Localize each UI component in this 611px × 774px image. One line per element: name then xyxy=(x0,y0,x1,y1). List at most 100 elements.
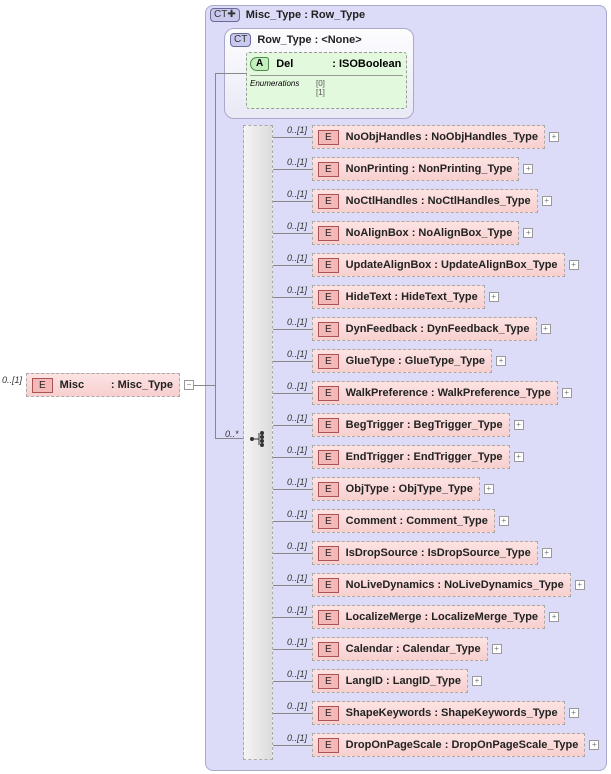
element-cardinality: 0..[1] xyxy=(287,477,308,487)
connector xyxy=(273,297,313,298)
expand-icon[interactable]: + xyxy=(549,612,560,622)
element-type: : NonPrinting_Type xyxy=(411,163,513,175)
element-cardinality: 0..[1] xyxy=(287,445,308,455)
element-nonprinting[interactable]: E NonPrinting : NonPrinting_Type + xyxy=(312,157,534,181)
expand-icon[interactable]: + xyxy=(549,132,560,142)
element-droponpagescale[interactable]: E DropOnPageScale : DropOnPageScale_Type… xyxy=(312,733,600,757)
element-cardinality: 0..[1] xyxy=(287,573,308,583)
element-icon: E xyxy=(318,161,339,177)
element-cardinality: 0..[1] xyxy=(287,701,308,711)
element-calendar[interactable]: E Calendar : Calendar_Type + xyxy=(312,637,502,661)
expand-icon[interactable]: + xyxy=(472,676,482,686)
connector xyxy=(273,713,313,714)
element-hidetext[interactable]: E HideText : HideText_Type + xyxy=(312,285,499,309)
expand-icon[interactable]: + xyxy=(496,356,507,366)
connector xyxy=(273,457,313,458)
element-cardinality: 0..[1] xyxy=(287,189,308,199)
element-noctlhandles[interactable]: E NoCtlHandles : NoCtlHandles_Type + xyxy=(312,189,552,213)
element-name: EndTrigger xyxy=(345,451,404,463)
expand-icon[interactable]: + xyxy=(561,388,572,398)
element-type: : EndTrigger_Type xyxy=(406,451,503,463)
element-updatealignbox[interactable]: E UpdateAlignBox : UpdateAlignBox_Type + xyxy=(312,253,579,277)
connector xyxy=(273,745,313,746)
element-type: : NoCtlHandles_Type xyxy=(420,195,531,207)
element-name: NonPrinting xyxy=(345,163,409,175)
element-isdropsource[interactable]: E IsDropSource : IsDropSource_Type + xyxy=(312,541,552,565)
element-cardinality: 0..[1] xyxy=(287,541,308,551)
element-endtrigger[interactable]: E EndTrigger : EndTrigger_Type + xyxy=(312,445,524,469)
expand-icon[interactable]: + xyxy=(488,292,499,302)
collapse-toggle-icon[interactable]: − xyxy=(184,380,194,390)
element-type: : GlueType_Type xyxy=(398,355,486,367)
element-icon: E xyxy=(318,737,339,753)
element-name: DropOnPageScale xyxy=(345,739,442,751)
expand-icon[interactable]: + xyxy=(523,228,534,238)
connector xyxy=(273,585,313,586)
expand-icon[interactable]: + xyxy=(574,580,585,590)
element-cardinality: 0..[1] xyxy=(287,221,308,231)
element-icon: E xyxy=(318,481,339,497)
complex-type-title: Misc_Type : Row_Type xyxy=(245,9,366,21)
enumerations-label: Enumerations xyxy=(250,79,300,88)
expand-icon[interactable]: + xyxy=(523,164,534,174)
root-element-misc[interactable]: E Misc : Misc_Type − xyxy=(26,373,194,397)
expand-icon[interactable]: + xyxy=(540,324,551,334)
expand-icon[interactable]: + xyxy=(513,420,524,430)
element-icon: E xyxy=(318,577,339,593)
element-noalignbox[interactable]: E NoAlignBox : NoAlignBox_Type + xyxy=(312,221,534,245)
expand-icon[interactable]: + xyxy=(498,516,509,526)
element-name: NoLiveDynamics xyxy=(345,579,435,591)
element-shapekeywords[interactable]: E ShapeKeywords : ShapeKeywords_Type + xyxy=(312,701,579,725)
element-type: : LocalizeMerge_Type xyxy=(424,611,539,623)
element-icon: E xyxy=(318,705,339,721)
expand-icon[interactable]: + xyxy=(568,260,579,270)
element-cardinality: 0..[1] xyxy=(287,349,308,359)
element-cardinality: 0..[1] xyxy=(287,669,308,679)
attribute-name: Del xyxy=(276,58,294,70)
expand-icon[interactable]: + xyxy=(541,196,552,206)
expand-icon[interactable]: + xyxy=(589,740,600,750)
connector xyxy=(273,489,313,490)
element-name: NoAlignBox xyxy=(345,227,409,239)
attribute-del[interactable]: A Del : ISOBoolean Enumerations [0] [1] xyxy=(246,52,407,109)
expand-icon[interactable]: + xyxy=(483,484,494,494)
expand-icon[interactable]: + xyxy=(513,452,524,462)
element-comment[interactable]: E Comment : Comment_Type + xyxy=(312,509,509,533)
element-icon: E xyxy=(318,417,339,433)
element-name: GlueType xyxy=(345,355,395,367)
element-langid[interactable]: E LangID : LangID_Type + xyxy=(312,669,482,693)
element-noobjhandles[interactable]: E NoObjHandles : NoObjHandles_Type + xyxy=(312,125,560,149)
element-cardinality: 0..[1] xyxy=(287,125,308,135)
connector xyxy=(273,233,313,234)
element-nolivedynamics[interactable]: E NoLiveDynamics : NoLiveDynamics_Type + xyxy=(312,573,585,597)
element-icon: E xyxy=(318,353,339,369)
element-type: : Misc_Type xyxy=(110,379,173,391)
attribute-icon: A xyxy=(250,57,270,71)
connector xyxy=(273,201,313,202)
expand-icon[interactable]: + xyxy=(568,708,579,718)
connector xyxy=(273,393,313,394)
expand-icon[interactable]: + xyxy=(541,548,552,558)
element-begtrigger[interactable]: E BegTrigger : BegTrigger_Type + xyxy=(312,413,524,437)
element-icon: E xyxy=(318,641,339,657)
element-walkpreference[interactable]: E WalkPreference : WalkPreference_Type + xyxy=(312,381,572,405)
element-type: : ObjType_Type xyxy=(391,483,473,495)
element-cardinality: 0..[1] xyxy=(287,413,308,423)
element-gluetype[interactable]: E GlueType : GlueType_Type + xyxy=(312,349,507,373)
element-type: : DynFeedback_Type xyxy=(420,323,530,335)
connector xyxy=(215,73,246,74)
element-icon: E xyxy=(318,545,339,561)
element-localizemerge[interactable]: E LocalizeMerge : LocalizeMerge_Type + xyxy=(312,605,560,629)
element-name: UpdateAlignBox xyxy=(345,259,432,271)
connector xyxy=(273,681,313,682)
element-cardinality: 0..[1] xyxy=(287,637,308,647)
connector xyxy=(273,521,313,522)
complex-type-extension-icon: CT✚ xyxy=(210,8,240,22)
element-objtype[interactable]: E ObjType : ObjType_Type + xyxy=(312,477,494,501)
element-name: WalkPreference xyxy=(345,387,428,399)
element-icon: E xyxy=(318,321,339,337)
element-type: : ShapeKeywords_Type xyxy=(434,707,558,719)
expand-icon[interactable]: + xyxy=(491,644,502,654)
element-type: : LangID_Type xyxy=(386,675,461,687)
element-dynfeedback[interactable]: E DynFeedback : DynFeedback_Type + xyxy=(312,317,551,341)
